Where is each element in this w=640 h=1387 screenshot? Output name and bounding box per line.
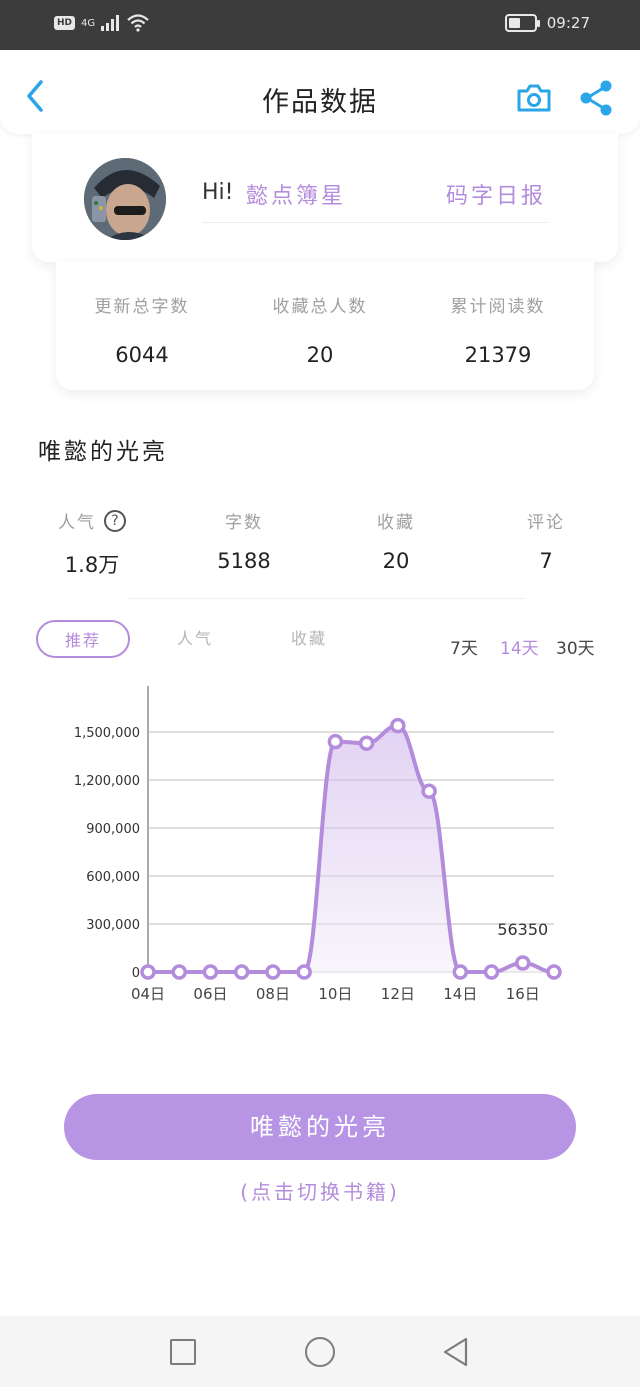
data-point	[546, 964, 562, 980]
data-point	[421, 783, 437, 799]
y-tick-label: 1,200,000	[74, 774, 140, 789]
chart-y-axis: 0 300,000 600,000 900,000 1,200,000 1,500,000	[74, 726, 140, 981]
chart-area	[148, 725, 554, 972]
chart-x-axis: 04日 06日 08日 10日 12日 14日 16日	[131, 985, 540, 1003]
greeting-label: Hi!	[202, 180, 234, 205]
metric-comments: 评论 7	[476, 508, 616, 573]
signal-icon	[101, 15, 120, 31]
author-name: 懿点簿星	[246, 184, 347, 209]
data-point	[358, 735, 375, 751]
metric-label: 评论	[527, 513, 565, 533]
avatar-image	[84, 158, 166, 240]
data-point	[233, 964, 250, 980]
x-tick-label: 16日	[506, 985, 540, 1003]
tab-recommend[interactable]: 推荐	[36, 620, 130, 658]
metric-label: 收藏	[377, 513, 415, 533]
data-point	[390, 717, 406, 734]
stat-value: 21379	[464, 343, 532, 367]
share-icon[interactable]	[578, 80, 614, 116]
back-triangle-icon[interactable]	[440, 1336, 472, 1368]
app-header: 作品数据	[0, 50, 640, 134]
avatar[interactable]	[84, 158, 166, 240]
data-point	[296, 964, 312, 980]
data-point	[483, 964, 500, 980]
wifi-icon	[127, 14, 149, 32]
stat-value: 6044	[115, 343, 169, 367]
y-tick-label: 600,000	[86, 870, 140, 885]
x-tick-label: 08日	[256, 985, 290, 1003]
x-tick-label: 14日	[443, 985, 477, 1003]
battery-level	[508, 18, 520, 28]
data-point	[515, 955, 531, 971]
help-icon[interactable]: ?	[104, 509, 126, 532]
trend-chart: 0 300,000 600,000 900,000 1,200,000 1,500,000…	[74, 686, 562, 1003]
x-tick-label: 12日	[381, 985, 415, 1003]
y-tick-label: 0	[132, 966, 140, 981]
status-right: 09:27	[504, 14, 590, 32]
metric-favorites: 收藏 20	[326, 508, 466, 573]
range-7-days[interactable]: 7天	[450, 634, 478, 659]
range-14-days[interactable]: 14天	[500, 634, 539, 659]
metric-label: 字数	[225, 513, 263, 533]
home-icon[interactable]	[305, 1337, 335, 1367]
data-point	[265, 964, 281, 980]
stat-label: 更新总字数	[94, 297, 190, 317]
divider	[128, 598, 526, 599]
y-tick-label: 900,000	[86, 822, 140, 837]
x-tick-label: 10日	[318, 985, 352, 1003]
stat-total-favorites: 收藏总人数 20	[230, 292, 410, 367]
battery-icon	[504, 14, 540, 32]
status-left: HD 4G	[54, 14, 149, 32]
metric-popularity: 人气 ? 1.8万	[22, 508, 162, 579]
data-point	[202, 964, 219, 980]
y-tick-label: 300,000	[86, 918, 140, 933]
metric-words: 字数 5188	[174, 508, 314, 573]
range-30-days[interactable]: 30天	[556, 634, 595, 659]
system-nav-bar	[0, 1316, 640, 1387]
y-tick-label: 1,500,000	[74, 726, 140, 741]
network-type-label: 4G	[81, 17, 96, 29]
stat-label: 累计阅读数	[450, 297, 546, 317]
switch-book-button[interactable]: 唯懿的光亮	[64, 1094, 576, 1160]
metric-value: 20	[382, 549, 410, 573]
data-point	[140, 964, 156, 980]
metric-value: 5188	[217, 549, 271, 573]
metric-value: 7	[539, 549, 553, 573]
metric-label: 人气	[58, 513, 96, 533]
book-title: 唯懿的光亮	[38, 439, 168, 465]
x-tick-label: 04日	[131, 985, 165, 1003]
tab-favorites[interactable]: 收藏	[274, 620, 344, 658]
chart-data-label: 56350	[497, 920, 548, 939]
data-point	[327, 733, 344, 750]
metric-label-wrap: 人气 ?	[58, 508, 126, 533]
profile-card: Hi! 懿点簿星 码字日报	[32, 134, 618, 262]
status-bar: HD 4G 09:27	[0, 0, 640, 50]
status-time: 09:27	[546, 14, 590, 32]
stat-total-words: 更新总字数 6044	[52, 292, 232, 367]
tab-popularity[interactable]: 人气	[160, 620, 230, 658]
stat-total-reads: 累计阅读数 21379	[408, 292, 588, 367]
camera-icon[interactable]	[516, 82, 552, 114]
stat-label: 收藏总人数	[272, 297, 368, 317]
stats-card: 更新总字数 6044 收藏总人数 20 累计阅读数 21379	[56, 262, 594, 390]
x-tick-label: 06日	[193, 985, 227, 1003]
data-point	[171, 964, 187, 980]
metric-value: 1.8万	[64, 553, 120, 577]
switch-book-hint[interactable]: (点击切换书籍)	[0, 1176, 640, 1205]
data-point	[452, 964, 469, 980]
hd-badge: HD	[54, 16, 76, 30]
recent-apps-icon[interactable]	[170, 1339, 196, 1365]
divider	[202, 222, 548, 223]
stat-value: 20	[306, 343, 334, 367]
daily-report-link[interactable]: 码字日报	[446, 178, 546, 210]
